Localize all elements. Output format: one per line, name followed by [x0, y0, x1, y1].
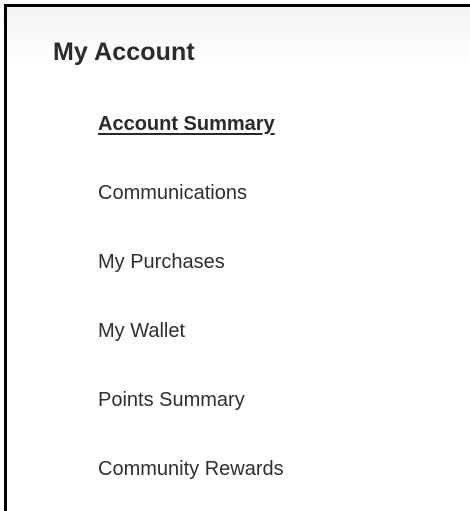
my-purchases-link[interactable]: My Purchases: [98, 249, 225, 275]
menu-item-my-purchases: My Purchases: [98, 249, 284, 318]
points-summary-link[interactable]: Points Summary: [98, 387, 245, 413]
account-summary-link[interactable]: Account Summary: [98, 111, 275, 137]
menu-item-my-wallet: My Wallet: [98, 318, 284, 387]
menu-item-communications: Communications: [98, 180, 284, 249]
communications-link[interactable]: Communications: [98, 180, 247, 206]
my-account-nav-panel: My Account Account Summary Communication…: [4, 4, 470, 511]
account-menu: Account Summary Communications My Purcha…: [98, 111, 284, 511]
community-rewards-link[interactable]: Community Rewards: [98, 456, 284, 482]
menu-item-account-summary: Account Summary: [98, 111, 284, 180]
menu-item-points-summary: Points Summary: [98, 387, 284, 456]
my-wallet-link[interactable]: My Wallet: [98, 318, 185, 344]
menu-item-community-rewards: Community Rewards: [98, 456, 284, 511]
nav-panel-title: My Account: [53, 38, 195, 66]
